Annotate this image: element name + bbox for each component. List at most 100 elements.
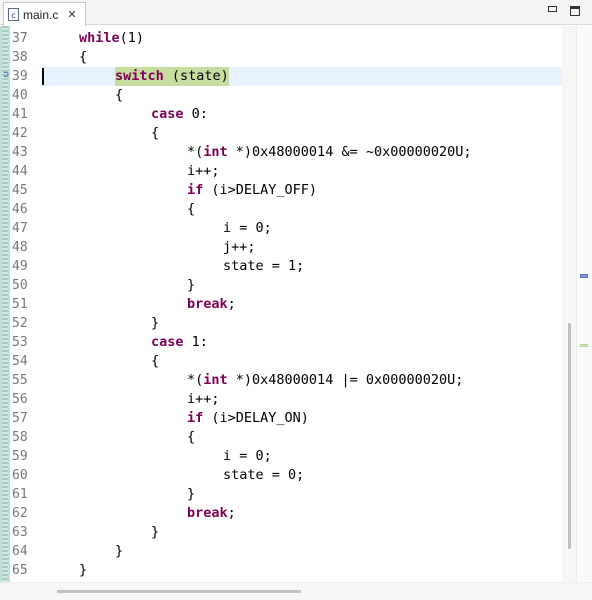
keyword: case: [151, 334, 184, 350]
code-token: state = 0;: [223, 467, 305, 483]
code-line[interactable]: 47 i = 0;: [12, 219, 562, 238]
code-token: ;: [227, 296, 236, 312]
code-line[interactable]: 44 i++;: [12, 162, 562, 181]
code-line[interactable]: 49 state = 1;: [12, 257, 562, 276]
code-text: *(int *)0x48000014 &= ~0x00000020U;: [187, 143, 472, 162]
code-line[interactable]: 41 case 0:: [12, 105, 562, 124]
code-text: break;: [187, 295, 236, 314]
code-token: i++;: [187, 391, 220, 407]
code-token: (i>DELAY_ON): [203, 410, 309, 426]
keyword: if: [187, 410, 204, 426]
line-number: 41: [12, 107, 28, 122]
keyword: if: [187, 182, 204, 198]
code-text: }: [79, 561, 87, 580]
code-text: }: [115, 542, 123, 561]
code-token: (i>DELAY_OFF): [203, 182, 318, 198]
line-number: 65: [12, 563, 28, 578]
line-number: 63: [12, 525, 28, 540]
code-line[interactable]: 37 while(1): [12, 29, 562, 48]
line-number: 64: [12, 544, 28, 559]
code-text: {: [151, 124, 159, 143]
code-line[interactable]: 45 if (i>DELAY_OFF): [12, 181, 562, 200]
line-number: 51: [12, 297, 28, 312]
line-number: 52: [12, 316, 28, 331]
code-token: {: [187, 201, 196, 217]
code-line[interactable]: 43 *(int *)0x48000014 &= ~0x00000020U;: [12, 143, 562, 162]
line-number: 50: [12, 278, 28, 293]
code-line[interactable]: 60 state = 0;: [12, 466, 562, 485]
line-number: 43: [12, 145, 28, 160]
code-line[interactable]: 65}: [12, 561, 562, 580]
code-text: }: [151, 314, 159, 333]
overview-annotation-marker[interactable]: [580, 274, 588, 278]
line-number: 60: [12, 468, 28, 483]
code-line[interactable]: 55 *(int *)0x48000014 |= 0x00000020U;: [12, 371, 562, 390]
code-text: j++;: [223, 238, 256, 257]
code-line[interactable]: 59 i = 0;: [12, 447, 562, 466]
code-text: while(1): [79, 29, 144, 48]
code-line[interactable]: 39 ➲ switch (state): [2, 67, 562, 86]
code-token: }: [187, 486, 196, 502]
line-number: 53: [12, 335, 28, 350]
line-number: 56: [12, 392, 28, 407]
code-token: *)0x48000014 |= 0x00000020U;: [227, 372, 464, 388]
code-line[interactable]: 63}: [12, 523, 562, 542]
line-number: 62: [12, 506, 28, 521]
code-token: state = 1;: [223, 258, 305, 274]
overview-ruler[interactable]: [576, 26, 592, 582]
code-text: state = 0;: [223, 466, 304, 485]
keyword: while: [79, 30, 120, 46]
code-line[interactable]: 57 if (i>DELAY_ON): [12, 409, 562, 428]
code-token: (1): [119, 30, 145, 46]
code-line[interactable]: 46 {: [12, 200, 562, 219]
code-token: }: [187, 277, 196, 293]
code-token: }: [79, 562, 88, 578]
line-number: 42: [12, 126, 28, 141]
code-token: {: [79, 49, 88, 65]
line-number: 58: [12, 430, 28, 445]
code-line[interactable]: 42 {: [12, 124, 562, 143]
code-line[interactable]: 56 i++;: [12, 390, 562, 409]
code-line[interactable]: 54 {: [12, 352, 562, 371]
tab-main-c[interactable]: c main.c ✕: [3, 2, 86, 26]
code-text: {: [187, 200, 195, 219]
code-text: }: [151, 523, 159, 542]
code-token: *)0x48000014 &= ~0x00000020U;: [227, 144, 472, 160]
overview-annotation-marker[interactable]: [580, 344, 588, 347]
annotation-gutter[interactable]: [0, 26, 10, 582]
vertical-scroll-thumb[interactable]: [568, 323, 571, 549]
maximize-icon[interactable]: [570, 6, 580, 16]
code-text: case 1:: [151, 333, 208, 352]
minimize-icon[interactable]: [548, 6, 557, 12]
code-line[interactable]: 40 {: [12, 86, 562, 105]
code-line[interactable]: 64}: [12, 542, 562, 561]
code-token: }: [115, 543, 124, 559]
code-editor[interactable]: 37 while(1) 38 {39 ➲ switch (state) 40 {41 case …: [2, 26, 562, 582]
code-token: {: [151, 125, 160, 141]
code-text: {: [187, 428, 195, 447]
line-number: 39: [12, 69, 28, 84]
keyword: break: [187, 505, 228, 521]
code-line[interactable]: 52}: [12, 314, 562, 333]
editor-tab-bar: c main.c ✕: [0, 0, 592, 26]
keyword: int: [203, 144, 228, 160]
code-line[interactable]: 51 break;: [12, 295, 562, 314]
line-number: 59: [12, 449, 28, 464]
code-line[interactable]: 48 j++;: [12, 238, 562, 257]
line-number: 37: [12, 31, 28, 46]
code-text: }: [187, 485, 195, 504]
close-icon[interactable]: ✕: [67, 8, 76, 21]
code-text: switch (state): [115, 67, 229, 86]
code-text: }: [187, 276, 195, 295]
code-token: }: [151, 524, 160, 540]
code-line[interactable]: 50}: [12, 276, 562, 295]
horizontal-scroll-thumb[interactable]: [57, 590, 301, 593]
code-line[interactable]: 53 case 1:: [12, 333, 562, 352]
text-cursor: [42, 68, 44, 85]
code-line[interactable]: 58 {: [12, 428, 562, 447]
code-token: {: [115, 87, 124, 103]
code-line[interactable]: 62 break;: [12, 504, 562, 523]
code-line[interactable]: 61}: [12, 485, 562, 504]
code-line[interactable]: 38 {: [12, 48, 562, 67]
code-text: state = 1;: [223, 257, 304, 276]
